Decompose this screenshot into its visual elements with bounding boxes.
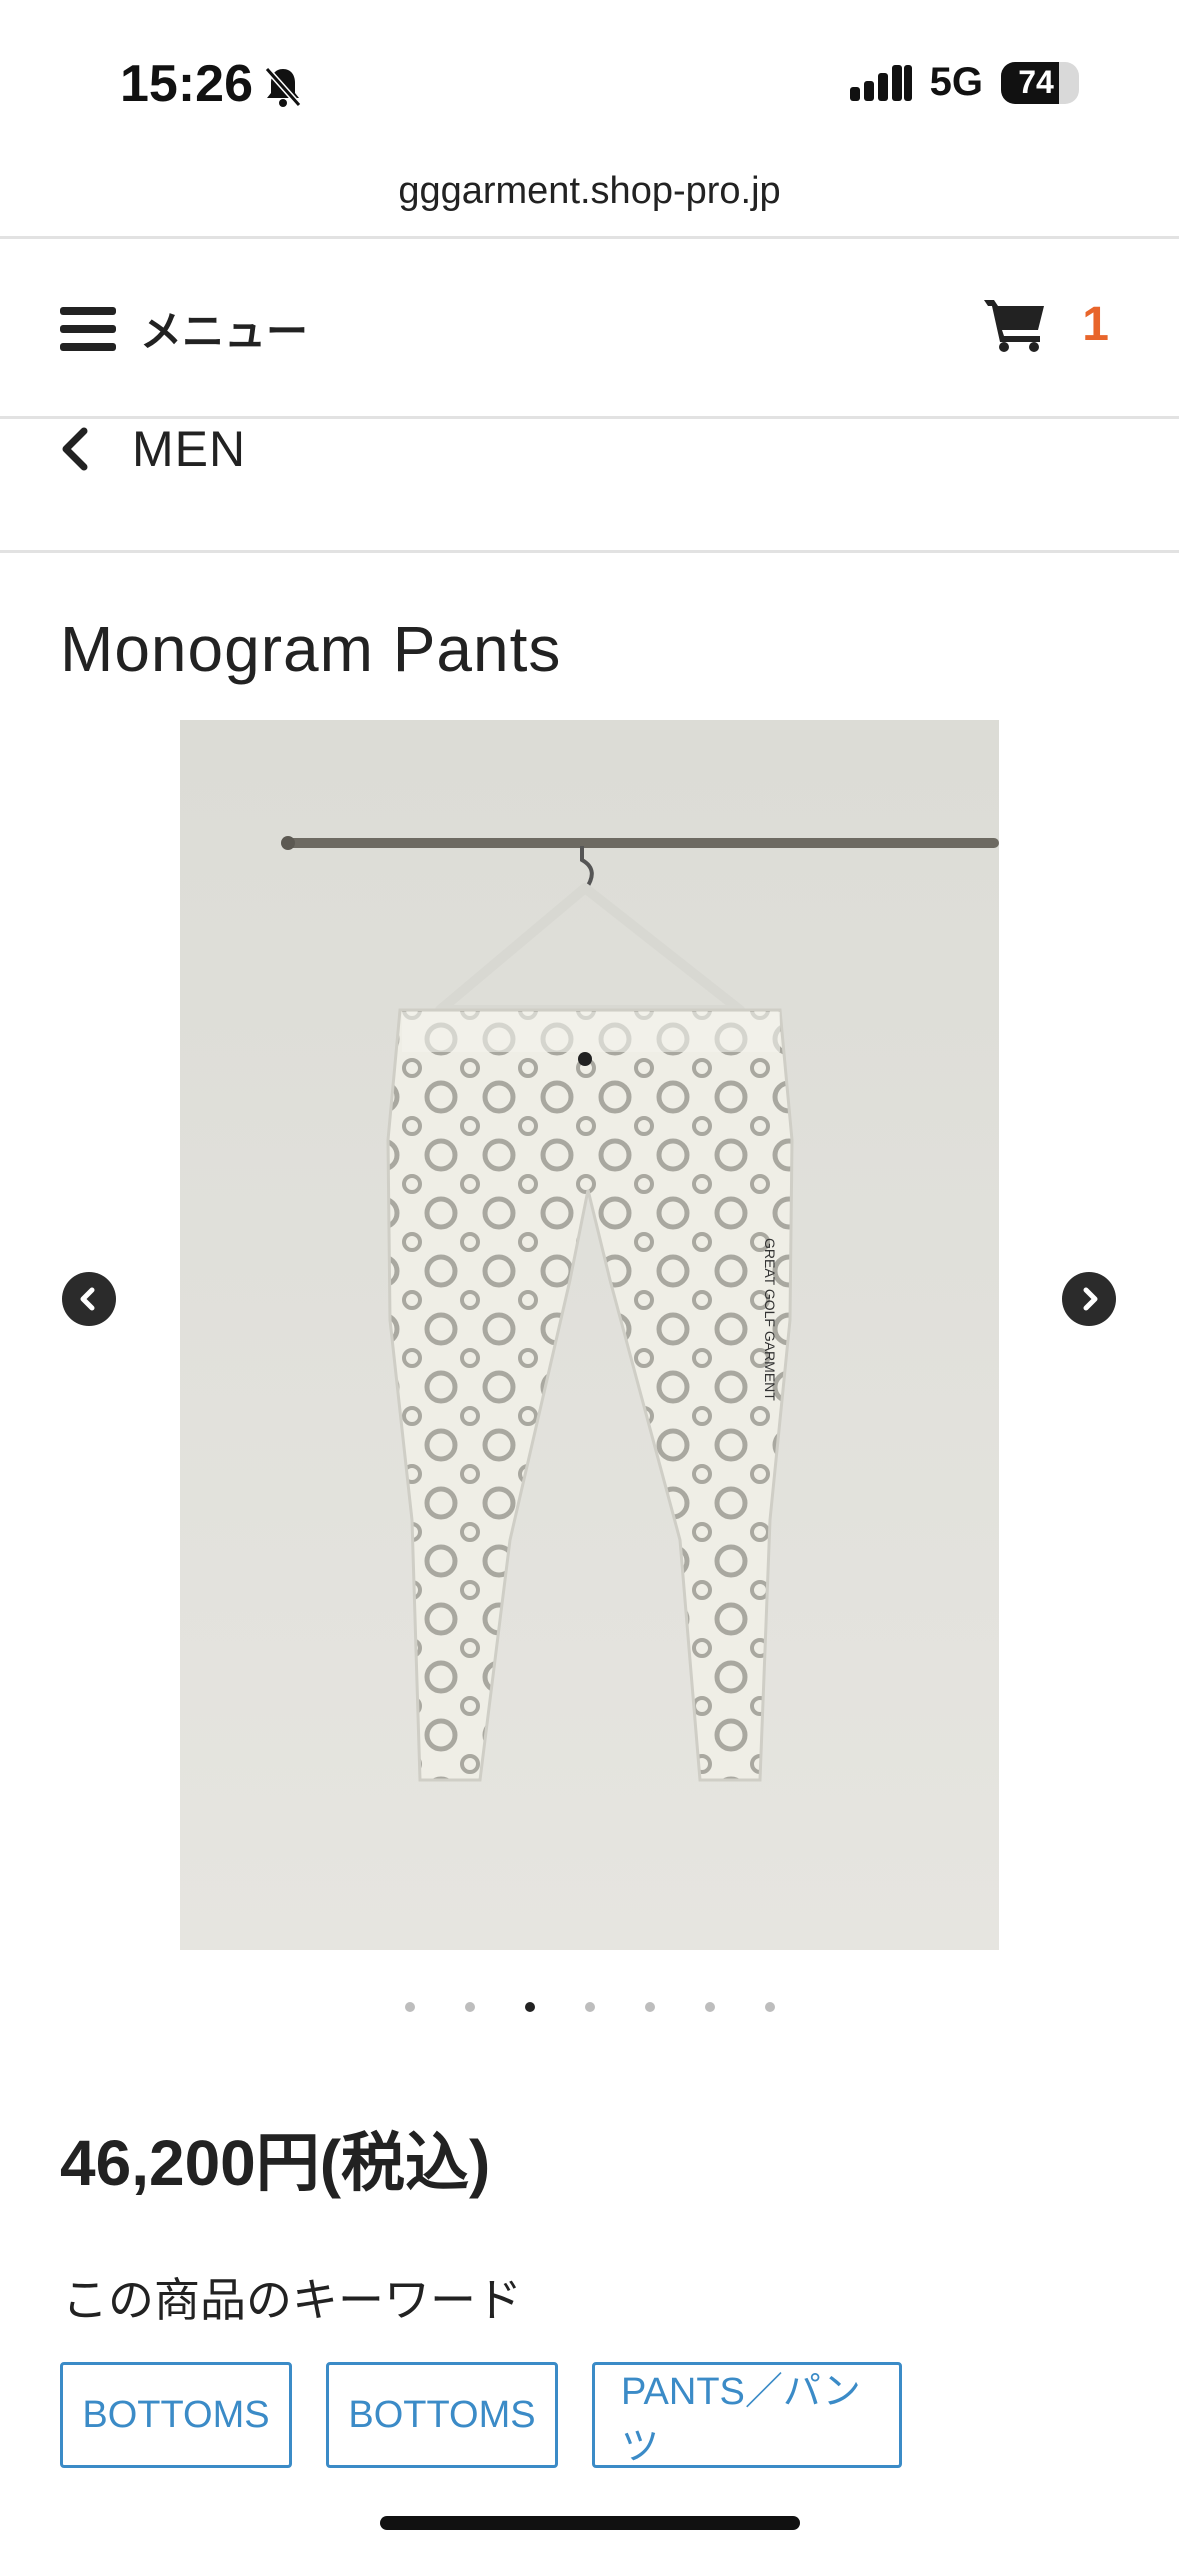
carousel-dot[interactable] (404, 2002, 415, 2012)
divider (0, 550, 1179, 553)
battery-icon: 74 (1001, 61, 1079, 104)
keyword-tag[interactable]: BOTTOMS (60, 2362, 292, 2468)
carousel-dot[interactable] (464, 2002, 475, 2012)
hamburger-icon (60, 305, 116, 353)
status-bar: 15:26 5G 74 (0, 0, 1179, 170)
keyword-tags: BOTTOMS BOTTOMS PANTS／パンツ (60, 2362, 902, 2468)
home-indicator[interactable] (380, 2516, 800, 2530)
signal-icon (849, 63, 912, 103)
chevron-left-icon (60, 427, 90, 471)
status-time: 15:26 (120, 54, 303, 114)
cart-button[interactable]: 1 (984, 296, 1109, 352)
breadcrumb-back-link[interactable]: MEN (60, 420, 246, 478)
carousel-dot[interactable] (644, 2002, 655, 2012)
status-time-label: 15:26 (120, 55, 253, 113)
carousel-next-button[interactable] (1062, 1272, 1116, 1326)
divider (0, 416, 1179, 419)
site-header: メニュー 1 (0, 240, 1179, 416)
battery-level: 74 (1018, 64, 1054, 100)
arrow-right-circle-icon (1083, 1287, 1098, 1311)
carousel-dot-active[interactable] (524, 2002, 535, 2012)
product-title: Monogram Pants (60, 613, 562, 685)
cart-icon (984, 296, 1046, 352)
carousel-dot[interactable] (704, 2002, 715, 2012)
bell-off-icon (263, 62, 303, 107)
pants-illustration: GREAT GOLF GARMENT (180, 720, 999, 1950)
carousel-pagination (0, 2002, 1179, 2012)
arrow-left-circle-icon (80, 1287, 95, 1311)
product-image[interactable]: GREAT GOLF GARMENT (180, 720, 999, 1950)
menu-label: メニュー (140, 308, 309, 355)
keyword-tag[interactable]: BOTTOMS (326, 2362, 558, 2468)
breadcrumb-label: MEN (132, 421, 247, 477)
keyword-heading: この商品のキーワード (62, 2274, 522, 2326)
cart-count: 1 (1082, 297, 1109, 351)
product-price: 46,200円(税込) (60, 2127, 491, 2199)
carousel-dot[interactable] (764, 2002, 775, 2012)
keyword-tag[interactable]: PANTS／パンツ (592, 2362, 902, 2468)
network-type: 5G (929, 60, 983, 104)
menu-button[interactable]: メニュー (60, 298, 308, 359)
carousel-dot[interactable] (584, 2002, 595, 2012)
divider (0, 236, 1179, 239)
carousel-prev-button[interactable] (62, 1272, 116, 1326)
status-indicators: 5G 74 (849, 60, 1079, 105)
address-bar[interactable]: gggarment.shop-pro.jp (0, 170, 1179, 213)
garment-print-text: GREAT GOLF GARMENT (762, 1238, 778, 1401)
